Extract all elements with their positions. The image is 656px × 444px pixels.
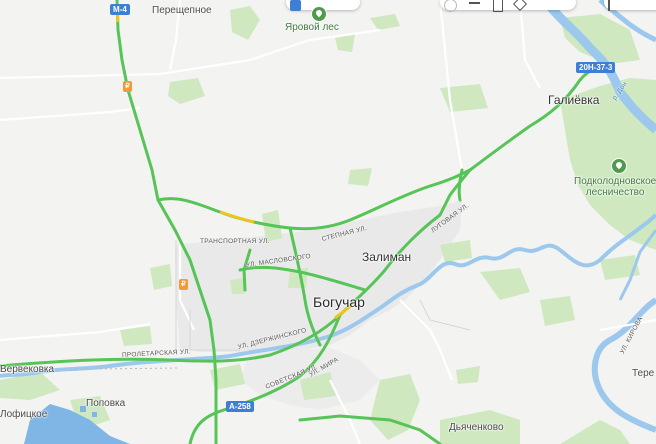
share-icon[interactable] [608, 0, 621, 11]
back-icon[interactable] [469, 2, 481, 15]
street-label-transportnaya: ТРАНСПОРТНАЯ УЛ. [200, 238, 270, 245]
place-label-tere: Тере [632, 368, 655, 379]
route-shield-20n: 20Н-37-3 [576, 62, 616, 73]
place-label-galievka: Галиёвка [548, 93, 600, 107]
place-label-loficzkoe: Лофицкое [0, 409, 48, 420]
place-label-boguchar: Богучар [313, 294, 365, 310]
fuel-station-icon[interactable]: ₽ [123, 81, 132, 92]
park-icon[interactable] [311, 6, 327, 22]
place-label-peresheepnoe: Перещепное [152, 5, 212, 16]
river-branch-right [591, 297, 656, 433]
place-label-popovka: Поповка [86, 398, 126, 409]
fuel-station-icon[interactable]: ₽ [179, 279, 188, 290]
share-panel[interactable] [604, 0, 656, 11]
place-label-podkolodnovskoe: Подколодновское лесничество [574, 176, 656, 198]
map-layers [0, 0, 656, 444]
place-label-yarovoy-les: Яровой лес [285, 22, 339, 33]
forest-patches [0, 6, 640, 444]
map-canvas[interactable]: М-4 А-258 20Н-37-3 ₽ ₽ Перещепное Яровой… [0, 0, 656, 444]
place-label-dyachenkovo: Дьяченково [449, 422, 504, 433]
bookmark-icon[interactable] [492, 0, 503, 12]
place-label-verevkovka: Вервековка [0, 364, 55, 375]
route-icon [290, 0, 301, 11]
toolbar-panel[interactable] [440, 0, 576, 12]
route-shield-m4: М-4 [110, 4, 130, 15]
place-label-zaliman: Залиман [362, 250, 412, 264]
forest-icon[interactable] [611, 158, 627, 174]
layers-icon[interactable] [513, 0, 528, 12]
route-shield-a258: А-258 [226, 401, 254, 412]
